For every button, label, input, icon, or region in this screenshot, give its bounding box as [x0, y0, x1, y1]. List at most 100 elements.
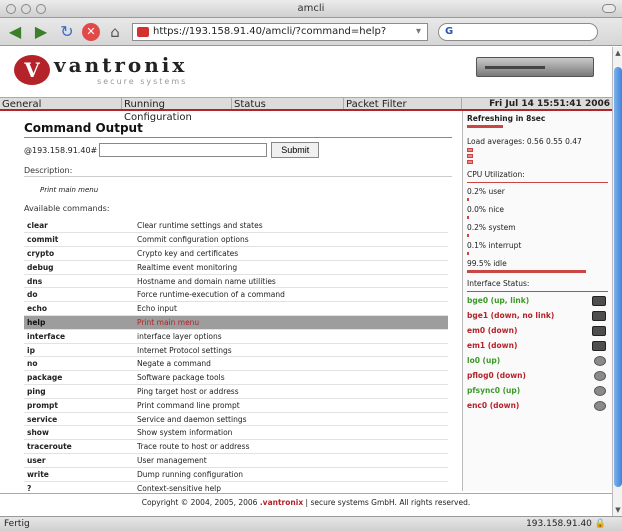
command-name[interactable]: ping [24, 384, 134, 399]
table-row[interactable]: ip Internet Protocol settings [24, 343, 448, 358]
table-row[interactable]: echo Echo input [24, 301, 448, 317]
command-description: Crypto key and certificates [134, 246, 448, 261]
submit-button[interactable]: Submit [271, 142, 320, 158]
interface-label[interactable]: pfsync0 (up) [467, 386, 520, 395]
refresh-status: Refreshing in 8sec [467, 114, 546, 123]
interface-label[interactable]: bge1 (down, no link) [467, 311, 554, 320]
interface-item[interactable]: em1 (down) [467, 339, 606, 352]
ethernet-icon [592, 340, 606, 351]
minimize-window-button[interactable] [21, 4, 31, 14]
page-footer: Copyright © 2004, 2005, 2006 .vantronix … [0, 493, 612, 513]
table-row[interactable]: traceroute Trace route to host or address [24, 439, 448, 455]
refresh-bar [467, 125, 503, 128]
scroll-down-icon[interactable]: ▼ [614, 506, 622, 514]
cpu-stat: 0.1% interrupt [467, 241, 522, 250]
stop-icon[interactable]: ✕ [82, 22, 100, 41]
tab-running-configuration[interactable]: Running Configuration [122, 98, 232, 123]
status-sidebar: Refreshing in 8sec Load averages: 0.56 0… [462, 111, 612, 491]
window-controls[interactable] [6, 4, 46, 14]
back-icon[interactable]: ◀ [4, 22, 26, 42]
table-row[interactable]: user User management [24, 453, 448, 468]
table-row[interactable]: clear Clear runtime settings and states [24, 219, 448, 234]
command-name[interactable]: interface [24, 329, 134, 344]
status-host: 193.158.91.40 [526, 519, 592, 529]
interface-item[interactable]: pfsync0 (up) [467, 384, 606, 397]
command-name[interactable]: crypto [24, 246, 134, 261]
footer-brand[interactable]: .vantronix [260, 498, 303, 507]
page-header: V vantronix secure systems [0, 47, 612, 97]
interface-label[interactable]: enc0 (down) [467, 401, 519, 410]
command-description: Echo input [134, 301, 448, 317]
command-name[interactable]: debug [24, 260, 134, 275]
window-title: amcli [297, 3, 325, 14]
command-name[interactable]: do [24, 287, 134, 303]
command-name[interactable]: clear [24, 219, 134, 234]
command-name[interactable]: show [24, 425, 134, 441]
interface-item[interactable]: em0 (down) [467, 324, 606, 337]
table-row[interactable]: crypto Crypto key and certificates [24, 246, 448, 261]
tab-status[interactable]: Status [232, 98, 344, 110]
table-row[interactable]: interface interface layer options [24, 329, 448, 344]
close-window-button[interactable] [6, 4, 16, 14]
table-row[interactable]: ping Ping target host or address [24, 384, 448, 399]
table-row[interactable]: prompt Print command line prompt [24, 398, 448, 413]
scroll-up-icon[interactable]: ▲ [614, 49, 622, 57]
reload-icon[interactable]: ↻ [56, 22, 78, 42]
interface-label[interactable]: lo0 (up) [467, 356, 500, 365]
appliance-image [476, 57, 594, 77]
forward-icon[interactable]: ▶ [30, 22, 52, 42]
vertical-scrollbar[interactable]: ▲ ▼ [612, 47, 622, 516]
command-name[interactable]: dns [24, 274, 134, 289]
home-icon[interactable]: ⌂ [104, 22, 126, 42]
table-row[interactable]: no Negate a command [24, 356, 448, 372]
cpu-bar [467, 252, 469, 255]
command-name[interactable]: user [24, 453, 134, 468]
address-url[interactable]: https://193.158.91.40/amcli/?command=hel… [153, 26, 386, 37]
table-row[interactable]: debug Realtime event monitoring [24, 260, 448, 275]
command-name[interactable]: ip [24, 343, 134, 358]
site-favicon-icon [137, 26, 149, 37]
search-input[interactable]: G [438, 22, 598, 41]
command-description: Commit configuration options [134, 232, 448, 248]
cpu-bar [467, 270, 587, 273]
interface-item[interactable]: bge0 (up, link) [467, 294, 606, 307]
command-input[interactable] [99, 143, 268, 157]
zoom-window-button[interactable] [36, 4, 46, 14]
interface-item[interactable]: pflog0 (down) [467, 369, 606, 382]
address-bar[interactable]: https://193.158.91.40/amcli/?command=hel… [132, 22, 428, 41]
command-name[interactable]: no [24, 356, 134, 372]
tab-packet-filter[interactable]: Packet Filter [344, 98, 462, 110]
table-row[interactable]: do Force runtime-execution of a command [24, 287, 448, 303]
command-name[interactable]: write [24, 467, 134, 482]
table-row[interactable]: dns Hostname and domain name utilities [24, 274, 448, 289]
tab-general[interactable]: General [0, 98, 122, 110]
command-panel: Command Output @193.158.91.40# Submit De… [0, 111, 462, 496]
interface-label[interactable]: em1 (down) [467, 341, 517, 350]
command-name[interactable]: echo [24, 301, 134, 317]
toolbar-toggle-button[interactable] [602, 4, 616, 13]
command-name[interactable]: prompt [24, 398, 134, 413]
table-row[interactable]: write Dump running configuration [24, 467, 448, 482]
copyright-suffix: | secure systems GmbH. All rights reserv… [303, 498, 471, 507]
dropdown-icon[interactable]: ▾ [416, 26, 421, 37]
interface-label[interactable]: em0 (down) [467, 326, 517, 335]
table-row[interactable]: show Show system information [24, 425, 448, 441]
interface-label[interactable]: pflog0 (down) [467, 371, 526, 380]
command-name[interactable]: commit [24, 232, 134, 248]
command-name[interactable]: service [24, 412, 134, 427]
table-row[interactable]: commit Commit configuration options [24, 232, 448, 248]
table-row[interactable]: service Service and daemon settings [24, 412, 448, 427]
interface-item[interactable]: bge1 (down, no link) [467, 309, 606, 322]
scrollbar-thumb[interactable] [614, 67, 622, 487]
command-description: Internet Protocol settings [134, 343, 448, 358]
interface-label[interactable]: bge0 (up, link) [467, 296, 529, 305]
command-name[interactable]: traceroute [24, 439, 134, 455]
interface-item[interactable]: enc0 (down) [467, 399, 606, 412]
table-row[interactable]: help Print main menu [24, 315, 448, 330]
command-name[interactable]: package [24, 370, 134, 386]
cpu-bar [467, 234, 469, 237]
table-row[interactable]: package Software package tools [24, 370, 448, 386]
browser-toolbar: ◀ ▶ ↻ ✕ ⌂ https://193.158.91.40/amcli/?c… [0, 18, 622, 46]
interface-item[interactable]: lo0 (up) [467, 354, 606, 367]
command-name[interactable]: help [24, 315, 134, 330]
